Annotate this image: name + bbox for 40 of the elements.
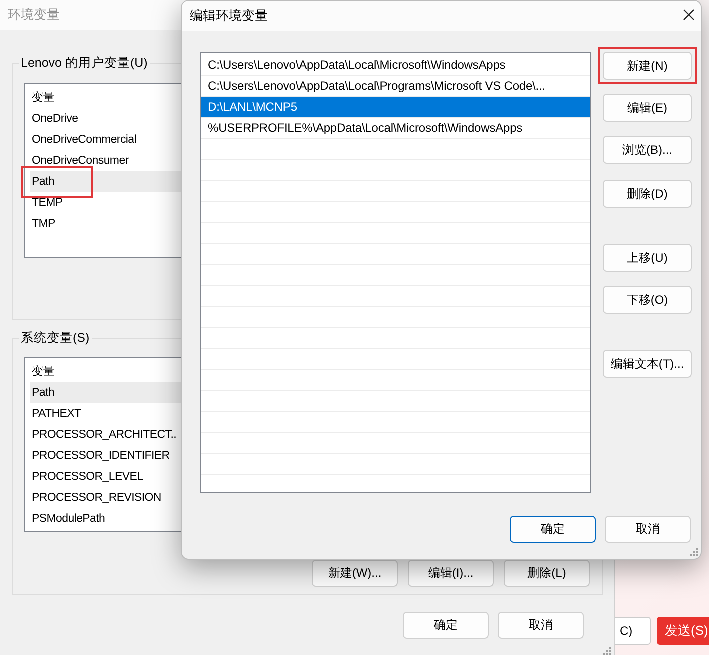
action-button[interactable]: 删除(L) — [504, 560, 590, 587]
variable-name[interactable]: PATHEXT — [32, 408, 82, 420]
group-label: 系统变量(S) — [19, 330, 92, 346]
close-icon[interactable] — [683, 9, 695, 21]
resize-grip-icon[interactable] — [689, 547, 698, 556]
action-button[interactable]: 上移(U) — [603, 244, 692, 272]
action-button[interactable]: 删除(D) — [603, 180, 692, 208]
dialog-button[interactable]: 取消 — [498, 612, 584, 639]
group-label: Lenovo 的用户变量(U) — [19, 55, 150, 71]
window-title: 环境变量 — [8, 6, 60, 24]
action-button[interactable]: 下移(O) — [603, 286, 692, 314]
dialog-title: 编辑环境变量 — [190, 7, 268, 25]
variable-name[interactable]: TMP — [32, 218, 56, 230]
dialog-button[interactable]: 确定 — [510, 516, 596, 543]
variable-name[interactable]: Path — [32, 386, 54, 398]
dialog-button[interactable]: 确定 — [403, 612, 489, 639]
variable-name[interactable]: TEMP — [32, 196, 63, 208]
variable-name[interactable]: PROCESSOR_ARCHITECT.. — [32, 428, 177, 440]
variable-name[interactable]: PSModulePath — [32, 512, 106, 524]
variable-name[interactable]: PROCESSOR_IDENTIFIER — [32, 450, 170, 462]
variable-name[interactable]: OneDriveCommercial — [32, 134, 137, 146]
app-button[interactable]: C) — [615, 617, 651, 645]
action-button[interactable]: 编辑文本(T)... — [603, 350, 692, 378]
dialog-button[interactable]: 取消 — [605, 516, 691, 543]
action-button[interactable]: 编辑(I)... — [408, 560, 494, 587]
action-button[interactable]: 新建(N) — [603, 52, 692, 80]
column-header[interactable]: 变量 — [32, 90, 56, 105]
variable-name[interactable]: OneDrive — [32, 112, 78, 124]
variable-name[interactable]: PROCESSOR_LEVEL — [32, 470, 144, 482]
variable-name[interactable]: Path — [32, 176, 54, 188]
path-entry[interactable]: D:\LANL\MCNP5 — [201, 97, 590, 118]
action-button[interactable]: 编辑(E) — [603, 94, 692, 122]
resize-grip-icon[interactable] — [602, 646, 611, 655]
variable-name[interactable]: PROCESSOR_REVISION — [32, 492, 162, 504]
send-button[interactable]: 发送(S) — [657, 617, 709, 645]
action-button[interactable]: 新建(W)... — [312, 560, 398, 587]
path-list[interactable]: C:\Users\Lenovo\AppData\Local\Microsoft\WindowsApps C:\Users\Lenovo\AppData\Local\Programs\Microsoft VS Code\... D:\LANL\MCNP5 %USERPROFILE%\AppData\Local\Microsoft\WindowsApps — [200, 52, 591, 493]
variable-name[interactable]: OneDriveConsumer — [32, 154, 129, 166]
action-button[interactable]: 浏览(B)... — [603, 136, 692, 164]
column-header[interactable]: 变量 — [32, 364, 56, 379]
